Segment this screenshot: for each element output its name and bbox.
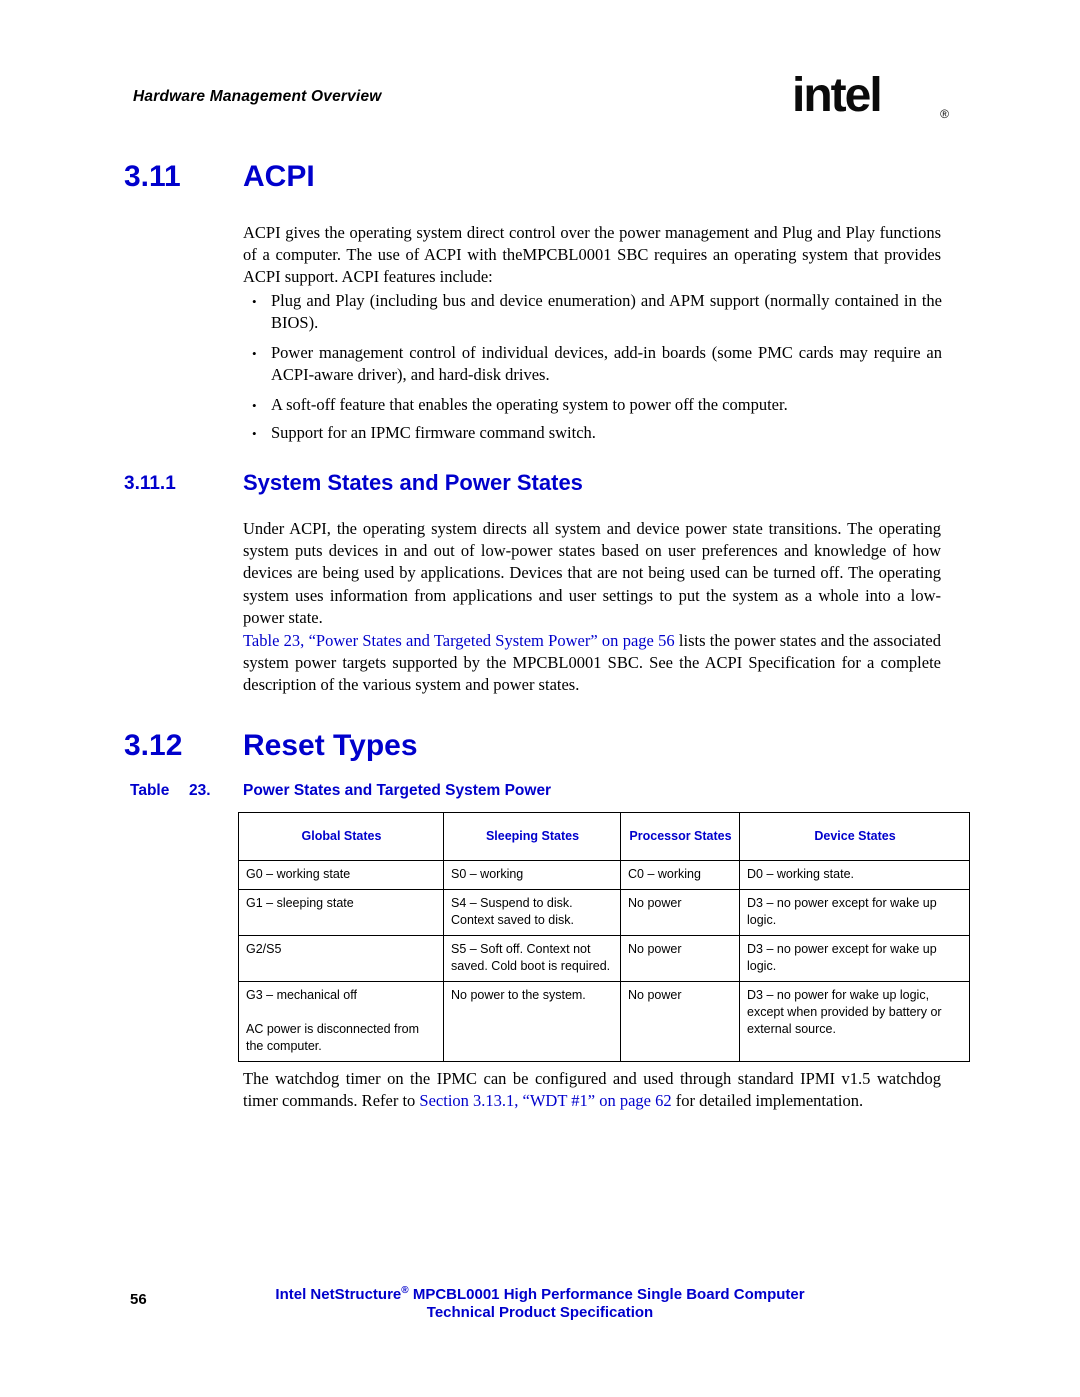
table-header-device-states: Device States [739, 812, 970, 861]
cell-processor-state: C0 – working [620, 860, 740, 890]
list-item-text: A soft-off feature that enables the oper… [271, 395, 788, 414]
cell-device-state: D3 – no power except for wake up logic. [739, 935, 970, 982]
section-number-3-12: 3.12 [124, 729, 183, 762]
table-row: G0 – working state S0 – working C0 – wor… [238, 860, 970, 890]
table-caption-number: 23. [189, 782, 211, 799]
list-item: • Support for an IPMC firmware command s… [252, 422, 942, 444]
closing-paragraph: The watchdog timer on the IPMC can be co… [243, 1068, 941, 1112]
cell-sleeping-state: S4 – Suspend to disk. Context saved to d… [443, 889, 621, 936]
cell-sleeping-state: No power to the system. [443, 981, 621, 1062]
list-item-text: Support for an IPMC firmware command swi… [271, 423, 596, 442]
cell-global-state: G0 – working state [238, 860, 444, 890]
system-states-paragraph-1: Under ACPI, the operating system directs… [243, 519, 941, 627]
registered-trademark-icon: ® [401, 1285, 409, 1296]
section-number-3-11: 3.11 [124, 160, 181, 193]
section-title-acpi: ACPI [243, 160, 315, 193]
cell-sleeping-state: S0 – working [443, 860, 621, 890]
cell-device-state: D3 – no power for wake up logic, except … [739, 981, 970, 1062]
closing-text-after: for detailed implementation. [671, 1091, 864, 1111]
running-header-title: Hardware Management Overview [133, 88, 382, 105]
table-cross-reference-link[interactable]: Table 23, “Power States and Targeted Sys… [243, 631, 675, 650]
table-row: G3 – mechanical off AC power is disconne… [238, 981, 970, 1062]
document-page: Hardware Management Overview intel ® 3.1… [0, 0, 1080, 1397]
power-states-table: Global States Sleeping States Processor … [238, 812, 970, 1062]
section-cross-reference-link[interactable]: Section 3.13.1, “WDT #1” on page 62 [419, 1091, 671, 1110]
table-header-row: Global States Sleeping States Processor … [238, 812, 970, 861]
footer-doc-type: Technical Product Specification [426, 1304, 654, 1321]
section-title-system-states: System States and Power States [243, 470, 583, 495]
intel-logo: intel ® [792, 69, 949, 124]
bullet-icon: • [252, 398, 257, 413]
acpi-intro-paragraph: ACPI gives the operating system direct c… [243, 223, 941, 287]
cell-processor-state: No power [620, 981, 740, 1062]
cell-processor-state: No power [620, 889, 740, 936]
section-number-3-11-1: 3.11.1 [124, 473, 176, 494]
cell-sleeping-state: S5 – Soft off. Context not saved. Cold b… [443, 935, 621, 982]
bullet-icon: • [252, 346, 257, 361]
table-header-processor-states: Processor States [620, 812, 740, 861]
section-title-reset-types: Reset Types [243, 729, 418, 762]
cell-global-state: G1 – sleeping state [238, 889, 444, 936]
registered-trademark-icon: ® [940, 107, 949, 121]
table-header-global-states: Global States [238, 812, 444, 861]
list-item: • A soft-off feature that enables the op… [252, 394, 942, 416]
table-header-sleeping-states: Sleeping States [443, 812, 621, 861]
list-item: • Power management control of individual… [252, 342, 942, 386]
intel-logo-text: intel [792, 69, 883, 122]
cell-global-state: G2/S5 [238, 935, 444, 982]
footer-product-name: Intel NetStructure [275, 1286, 402, 1303]
bullet-icon: • [252, 426, 257, 441]
list-item-text: Plug and Play (including bus and device … [271, 291, 942, 333]
bullet-icon: • [252, 294, 257, 309]
table-caption-label: Table [130, 782, 170, 799]
list-item-text: Power management control of individual d… [271, 343, 942, 385]
cell-device-state: D3 – no power except for wake up logic. [739, 889, 970, 936]
table-caption-title: Power States and Targeted System Power [243, 782, 552, 799]
cell-processor-state: No power [620, 935, 740, 982]
list-item: • Plug and Play (including bus and devic… [252, 290, 942, 334]
footer-product-line: Intel NetStructure® MPCBL0001 High Perfo… [0, 1285, 1080, 1303]
footer-product-desc: MPCBL0001 High Performance Single Board … [408, 1286, 805, 1303]
cell-global-state: G3 – mechanical off AC power is disconne… [238, 981, 444, 1062]
system-states-paragraph-2: Table 23, “Power States and Targeted Sys… [243, 630, 941, 697]
cell-device-state: D0 – working state. [739, 860, 970, 890]
table-row: G1 – sleeping state S4 – Suspend to disk… [238, 889, 970, 936]
table-row: G2/S5 S5 – Soft off. Context not saved. … [238, 935, 970, 982]
